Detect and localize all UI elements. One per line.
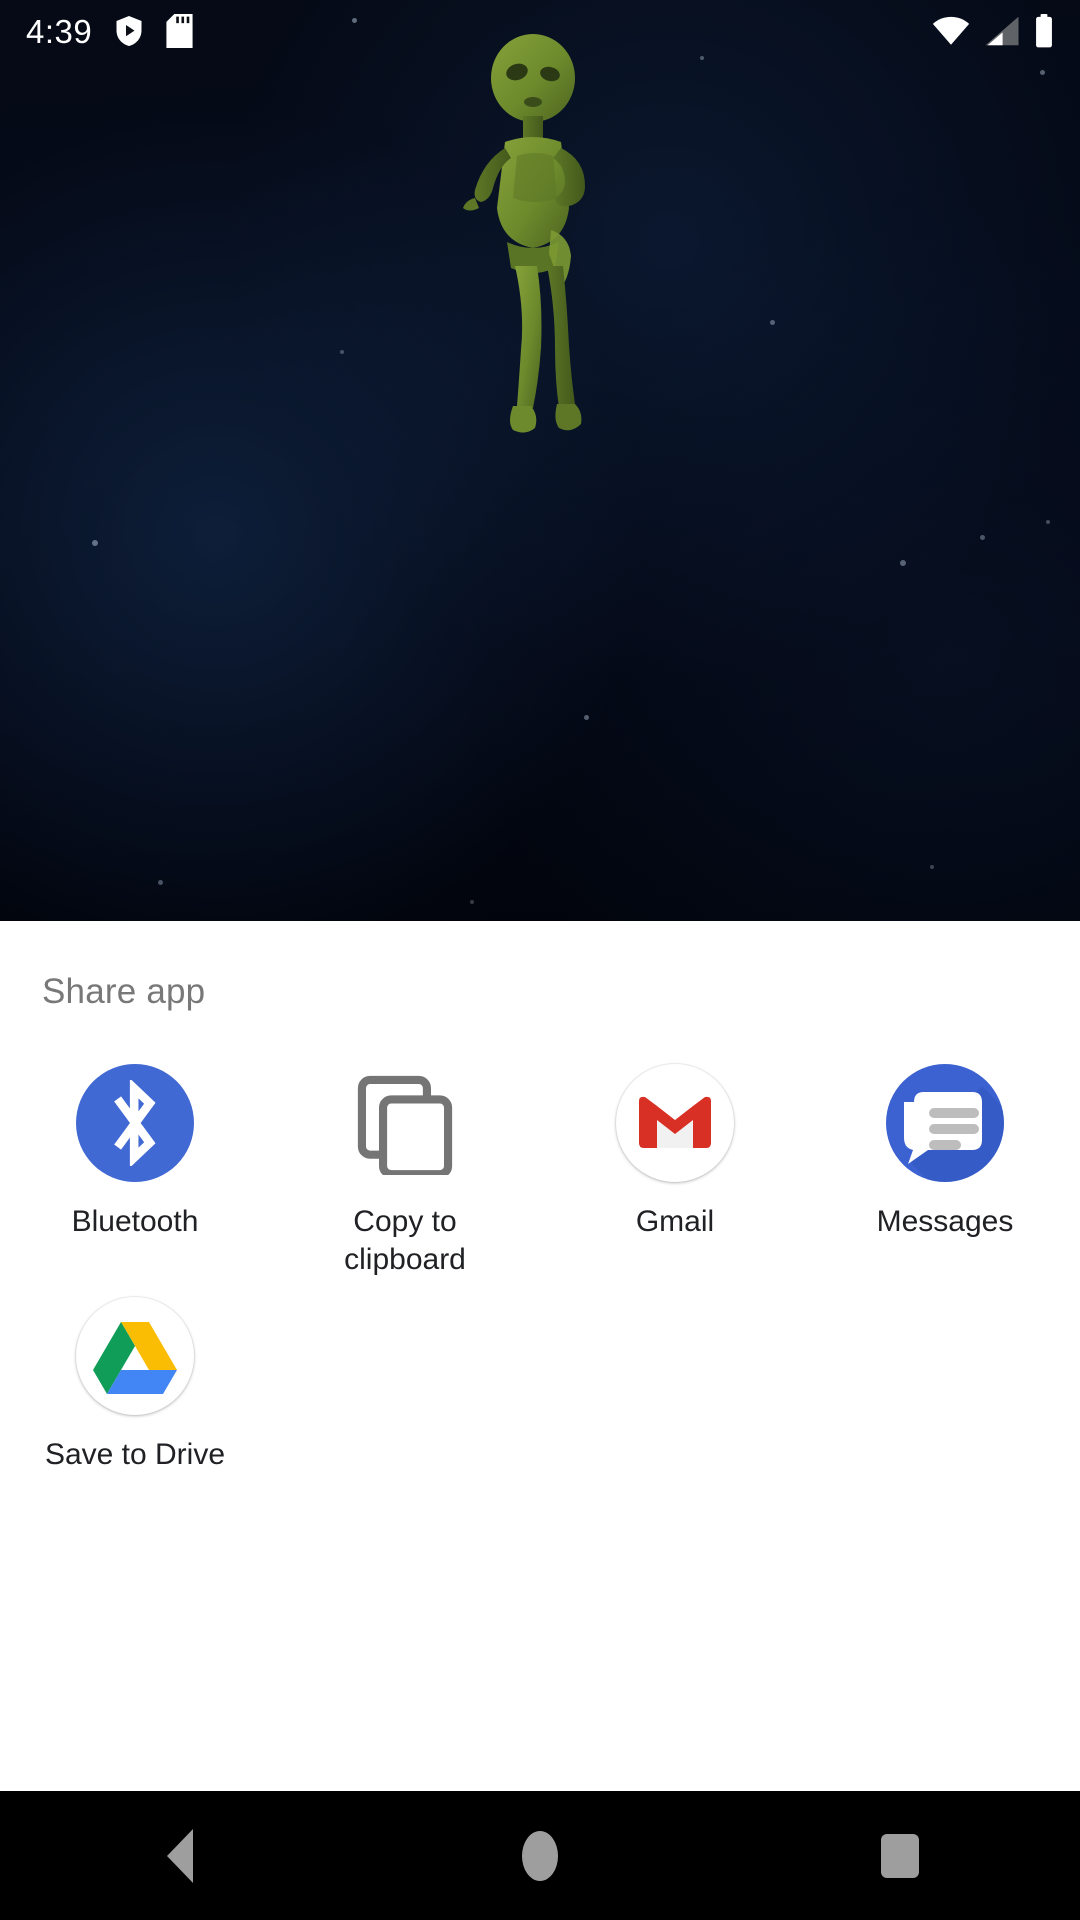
share-target-label: Bluetooth — [71, 1205, 199, 1238]
home-button[interactable] — [460, 1791, 620, 1920]
sd-card-icon — [166, 14, 193, 48]
share-target-label: Messages — [876, 1205, 1014, 1238]
share-target-copy-to-clipboard[interactable]: Copy to clipboard — [270, 1046, 540, 1279]
cellular-signal-icon — [984, 16, 1020, 46]
back-button[interactable] — [100, 1791, 260, 1920]
home-circle-icon — [522, 1830, 558, 1881]
navigation-bar — [0, 1791, 1080, 1920]
status-bar: 4:39 — [0, 0, 1080, 62]
bluetooth-icon — [76, 1064, 194, 1182]
share-sheet: Share app Bluetooth Copy to clipboard Gm… — [0, 921, 1080, 1791]
share-target-label: Copy to clipboard — [344, 1205, 466, 1276]
gmail-icon — [616, 1064, 734, 1182]
share-target-gmail[interactable]: Gmail — [540, 1046, 810, 1279]
play-protect-shield-icon — [114, 14, 144, 48]
app-background-space — [0, 0, 1080, 925]
android-share-screen: 4:39 Share app Bluetooth Copy to clipboa… — [0, 0, 1080, 1920]
recents-button[interactable] — [820, 1791, 980, 1920]
recents-square-icon — [881, 1833, 919, 1878]
wifi-icon — [932, 16, 970, 46]
share-target-label: Save to Drive — [44, 1438, 226, 1471]
share-target-messages[interactable]: Messages — [810, 1046, 1080, 1279]
messages-icon — [886, 1064, 1004, 1182]
share-sheet-title: Share app — [42, 972, 206, 1011]
back-triangle-icon — [167, 1828, 193, 1883]
share-target-bluetooth[interactable]: Bluetooth — [0, 1046, 270, 1279]
battery-full-icon — [1034, 14, 1054, 48]
status-bar-left: 4:39 — [26, 14, 193, 48]
share-target-label: Gmail — [635, 1205, 715, 1238]
status-bar-clock: 4:39 — [26, 12, 93, 50]
copy-to-clipboard-icon — [346, 1064, 464, 1182]
google-drive-icon — [76, 1297, 194, 1415]
status-bar-right — [932, 14, 1054, 48]
alien-character — [455, 30, 635, 460]
share-target-save-to-drive[interactable]: Save to Drive — [0, 1279, 270, 1474]
share-target-grid: Bluetooth Copy to clipboard Gmail Messag… — [0, 1046, 1080, 1474]
